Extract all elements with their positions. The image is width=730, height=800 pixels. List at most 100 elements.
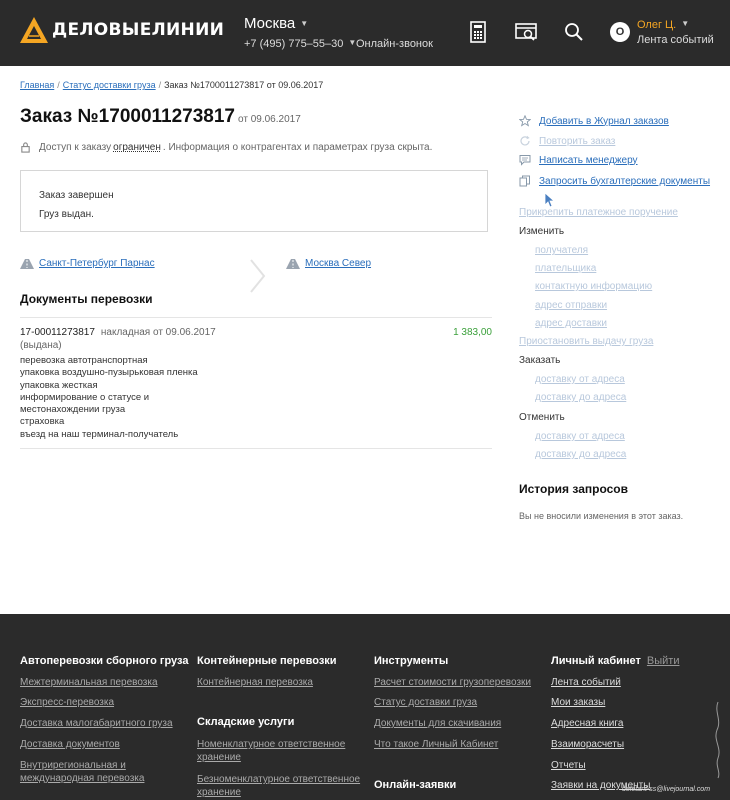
footer-link[interactable]: Лента событий	[551, 676, 621, 689]
change-payer-link[interactable]: плательщика	[535, 263, 596, 274]
access-limited-link[interactable]: ограничен	[113, 142, 161, 153]
footer-link[interactable]: Документы для скачивания	[374, 717, 501, 730]
history-title: История запросов	[519, 482, 629, 496]
add-journal-link[interactable]: Добавить в Журнал заказов	[539, 116, 669, 127]
request-docs-link[interactable]: Запросить бухгалтерские документы	[539, 176, 710, 187]
document-state: (выдана)	[20, 340, 62, 351]
change-recipient-link[interactable]: получателя	[535, 245, 588, 256]
list-item: страховка	[20, 416, 65, 428]
status-line: Заказ завершен	[39, 190, 114, 201]
city-name: Москва	[244, 15, 296, 32]
change-delivery-address-link[interactable]: адрес доставки	[535, 318, 607, 329]
access-prefix: Доступ к заказу	[39, 142, 112, 153]
footer-col3-title2: Онлайн-заявки	[374, 779, 457, 791]
tracking-icon[interactable]	[514, 20, 538, 44]
history-empty-text: Вы не вносили изменения в этот заказ.	[519, 511, 684, 521]
change-group-label: Изменить	[519, 226, 565, 237]
footer-link[interactable]: Межтерминальная перевозка	[20, 676, 158, 689]
cancel-delivery-link[interactable]: доставку до адреса	[535, 449, 626, 460]
event-feed-link[interactable]: Лента событий	[637, 34, 714, 46]
breadcrumb-current: Заказ №1700011273817 от 09.06.2017	[164, 80, 324, 90]
footer-link[interactable]: Отчеты	[551, 759, 586, 772]
request-docs-action[interactable]: Запросить бухгалтерские документы	[519, 175, 710, 187]
breadcrumb-home[interactable]: Главная	[20, 80, 54, 90]
divider	[20, 317, 492, 318]
footer-link[interactable]: Экспресс-перевозка	[20, 696, 114, 709]
order-date: от 09.06.2017	[238, 114, 301, 125]
city-selector[interactable]: Москва ▼	[244, 15, 308, 32]
write-manager-link[interactable]: Написать менеджеру	[539, 155, 638, 166]
road-icon	[20, 258, 34, 269]
logout-link[interactable]: Выйти	[647, 655, 680, 667]
cancel-group-label: Отменить	[519, 412, 565, 423]
status-line: Груз выдан.	[39, 209, 94, 220]
footer-link[interactable]: Взаиморасчеты	[551, 738, 624, 751]
document-type: накладная от 09.06.2017	[100, 327, 216, 338]
documents-icon	[519, 175, 530, 187]
footer-col4-title-text: Личный кабинет	[551, 655, 641, 667]
list-item: въезд на наш терминал-получатель	[20, 428, 179, 440]
lock-icon	[21, 142, 30, 153]
chevron-down-icon: ▼	[300, 19, 309, 28]
change-pickup-address-link[interactable]: адрес отправки	[535, 300, 607, 311]
site-header: ДЕЛОВЫЕЛИНИИ Москва ▼ +7 (495) 775–55–30 ▼…	[0, 0, 730, 66]
suspend-delivery-link[interactable]: Приостановить выдачу груза	[519, 336, 653, 347]
access-suffix: . Информация о контрагентах и параметрах…	[162, 142, 433, 153]
logo[interactable]: ДЕЛОВЫЕЛИНИИ	[20, 17, 224, 43]
breadcrumb-status[interactable]: Статус доставки груза	[63, 80, 156, 90]
footer-col4-title: Личный кабинет Выйти	[551, 655, 680, 667]
footer-link[interactable]: Внутрирегиональная и международная перев…	[20, 759, 170, 785]
road-icon	[286, 258, 300, 269]
footer-link[interactable]: Статус доставки груза	[374, 696, 477, 709]
user-name: Олег Ц.	[637, 19, 677, 31]
footer-link[interactable]: Мои заказы	[551, 696, 605, 709]
access-note: Доступ к заказу ограничен . Информация о…	[20, 142, 432, 153]
order-delivery-link[interactable]: доставку до адреса	[535, 392, 626, 403]
cancel-pickup-link[interactable]: доставку от адреса	[535, 431, 625, 442]
document-number: 17-00011273817 накладная от 09.06.2017	[20, 327, 216, 338]
page-title: Заказ №1700011273817	[20, 106, 236, 127]
mouse-cursor-icon	[544, 192, 556, 208]
footer-link[interactable]: Безноменклатурное ответственное хранение	[197, 773, 362, 799]
footer-link[interactable]: Доставка документов	[20, 738, 120, 751]
footer-link[interactable]: Адресная книга	[551, 717, 623, 730]
document-number-text: 17-00011273817	[20, 327, 95, 338]
breadcrumb: Главная / Статус доставки груза / Заказ №170…	[20, 80, 324, 90]
route-to-link[interactable]: Москва Север	[305, 258, 371, 269]
footer-col3-title: Инструменты	[374, 655, 449, 667]
search-icon[interactable]	[562, 20, 586, 44]
repeat-order-link[interactable]: Повторить заказ	[539, 136, 615, 147]
user-menu[interactable]: Олег Ц. ▼	[637, 19, 689, 31]
documents-title: Документы перевозки	[20, 292, 153, 306]
document-sum: 1 383,00	[453, 327, 492, 338]
footer-link[interactable]: Контейнерная перевозка	[197, 676, 313, 689]
calculator-icon[interactable]	[466, 20, 490, 44]
chat-icon	[519, 155, 531, 166]
add-journal-action[interactable]: Добавить в Журнал заказов	[519, 115, 669, 127]
list-item: перевозка автотранспортная	[20, 355, 148, 366]
logo-text: ДЕЛОВЫЕЛИНИИ	[52, 20, 225, 40]
footer-link[interactable]: Что такое Личный Кабинет	[374, 738, 498, 751]
order-pickup-link[interactable]: доставку от адреса	[535, 374, 625, 385]
route-from: Санкт-Петербург Парнас	[20, 258, 155, 269]
write-manager-action[interactable]: Написать менеджеру	[519, 154, 638, 166]
logo-icon	[20, 17, 48, 43]
page-title-block: Заказ №1700011273817 от 09.06.2017	[20, 106, 301, 128]
footer-link[interactable]: Доставка малогабаритного груза	[20, 717, 173, 730]
online-call-link[interactable]: Онлайн-звонок	[356, 38, 433, 50]
route-from-link[interactable]: Санкт-Петербург Парнас	[39, 258, 155, 269]
footer-link[interactable]: Номенклатурное ответственное хранение	[197, 738, 357, 764]
star-icon	[519, 115, 531, 127]
list-item: упаковка воздушно-пузырьковая пленка	[20, 367, 198, 379]
change-contacts-link[interactable]: контактную информацию	[535, 281, 652, 292]
repeat-order-action[interactable]: Повторить заказ	[519, 135, 615, 147]
site-footer: Автоперевозки сборного груза Межтерминал…	[0, 614, 730, 800]
list-item: упаковка жесткая	[20, 379, 98, 391]
avatar[interactable]: О	[610, 22, 630, 42]
footer-link[interactable]: Расчет стоимости грузоперевозки	[374, 676, 531, 689]
attach-payment-link[interactable]: Прикрепить платежное поручение	[519, 207, 678, 218]
watermark: deletant-ss@livejournal.com	[622, 786, 711, 793]
list-item: информирование о статусе и местонахожден…	[20, 391, 150, 416]
footer-col1-title: Автоперевозки сборного груза	[20, 655, 189, 667]
phone-selector[interactable]: +7 (495) 775–55–30 ▼	[244, 38, 356, 50]
